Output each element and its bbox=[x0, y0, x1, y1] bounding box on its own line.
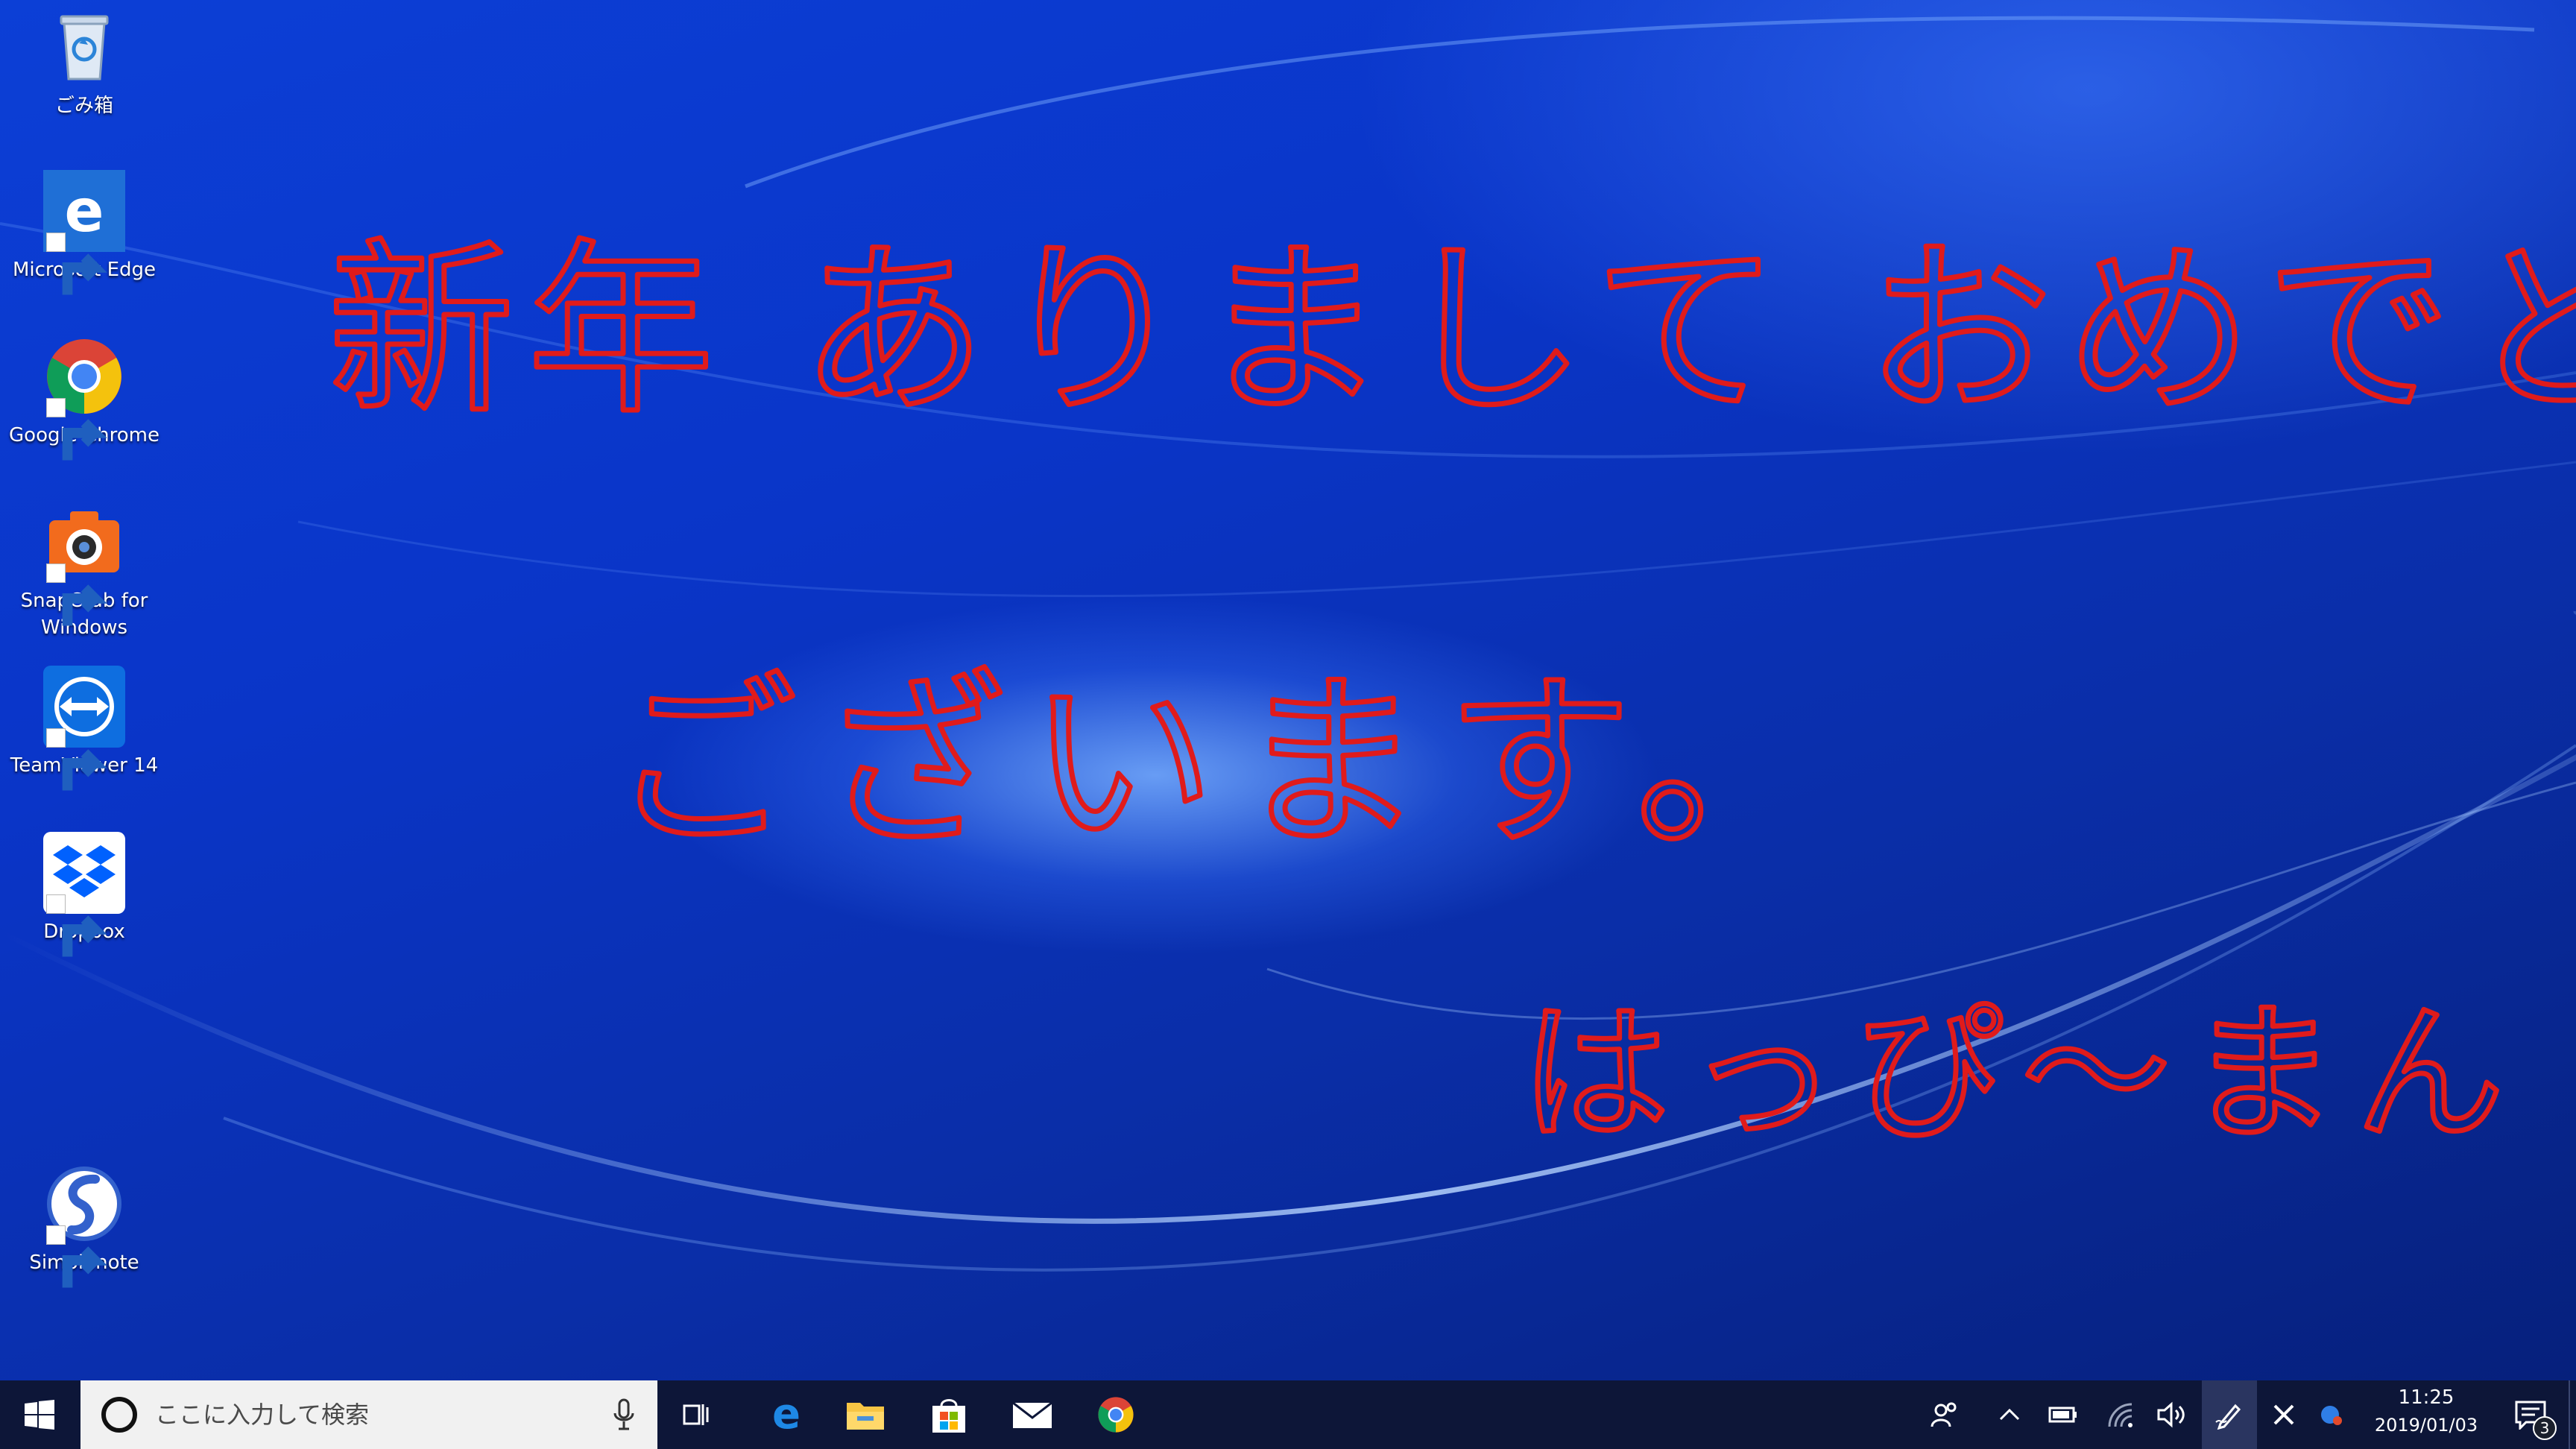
pen-icon bbox=[2215, 1404, 2241, 1430]
desktop[interactable]: ごみ箱 e Microsoft Edge Google Chrome SnapC… bbox=[0, 0, 2576, 1380]
microphone-icon[interactable] bbox=[611, 1398, 637, 1431]
file-explorer-icon bbox=[847, 1403, 884, 1430]
wifi-icon bbox=[2108, 1403, 2133, 1427]
show-hidden-icons-button[interactable] bbox=[1986, 1380, 2033, 1449]
taskbar-search-box[interactable]: ここに入力して検索 bbox=[80, 1380, 657, 1449]
chevron-up-icon bbox=[1999, 1408, 2020, 1421]
windows-ink-button[interactable] bbox=[2202, 1380, 2257, 1449]
battery-button[interactable] bbox=[2039, 1380, 2087, 1449]
people-button[interactable] bbox=[1920, 1380, 1968, 1449]
battery-icon bbox=[2048, 1407, 2077, 1423]
taskbar-store-button[interactable] bbox=[915, 1380, 982, 1449]
taskbar-file-explorer-button[interactable] bbox=[832, 1380, 899, 1449]
network-button[interactable] bbox=[2097, 1380, 2145, 1449]
notification-count-badge: 3 bbox=[2533, 1416, 2557, 1440]
clock-date: 2019/01/03 bbox=[2374, 1415, 2478, 1436]
handwriting-line-1: 新年 ありまして おめでとう bbox=[328, 222, 2576, 439]
volume-button[interactable] bbox=[2148, 1380, 2196, 1449]
taskbar: ここに入力して検索 e 11:25 2019/01/03 3 bbox=[0, 1380, 2576, 1449]
taskbar-mail-button[interactable] bbox=[999, 1380, 1066, 1449]
edge-icon: e bbox=[772, 1395, 801, 1434]
taskbar-edge-button[interactable]: e bbox=[753, 1380, 820, 1449]
store-icon bbox=[932, 1399, 965, 1433]
action-center-button[interactable]: 3 bbox=[2497, 1380, 2564, 1449]
task-view-icon bbox=[683, 1404, 709, 1425]
handwriting-signature: はっぴ〜まん bbox=[1521, 988, 2522, 1161]
cortana-icon bbox=[101, 1397, 137, 1433]
chrome-icon bbox=[1098, 1397, 1134, 1433]
speaker-icon bbox=[2157, 1401, 2185, 1428]
close-icon bbox=[2273, 1404, 2294, 1425]
tray-app-button[interactable] bbox=[2308, 1380, 2355, 1449]
mail-icon bbox=[1012, 1401, 1052, 1428]
task-view-button[interactable] bbox=[671, 1380, 723, 1449]
close-app-button[interactable] bbox=[2260, 1380, 2308, 1449]
clock-button[interactable]: 11:25 2019/01/03 bbox=[2355, 1380, 2497, 1449]
people-icon bbox=[1931, 1402, 1957, 1427]
taskbar-chrome-button[interactable] bbox=[1082, 1380, 1149, 1449]
handwritten-ink-layer: 新年 ありまして おめでとう ございます。 はっぴ〜まん bbox=[326, 220, 2576, 1164]
search-placeholder: ここに入力して検索 bbox=[155, 1401, 370, 1429]
show-desktop-button[interactable] bbox=[2569, 1380, 2576, 1449]
clock-time: 11:25 bbox=[2398, 1386, 2455, 1409]
app-status-icon bbox=[2321, 1406, 2342, 1425]
handwriting-line-2: ございます。 bbox=[611, 654, 1845, 871]
svg-text:e: e bbox=[772, 1395, 801, 1434]
windows-logo-icon bbox=[25, 1400, 54, 1430]
start-button[interactable] bbox=[0, 1380, 79, 1449]
